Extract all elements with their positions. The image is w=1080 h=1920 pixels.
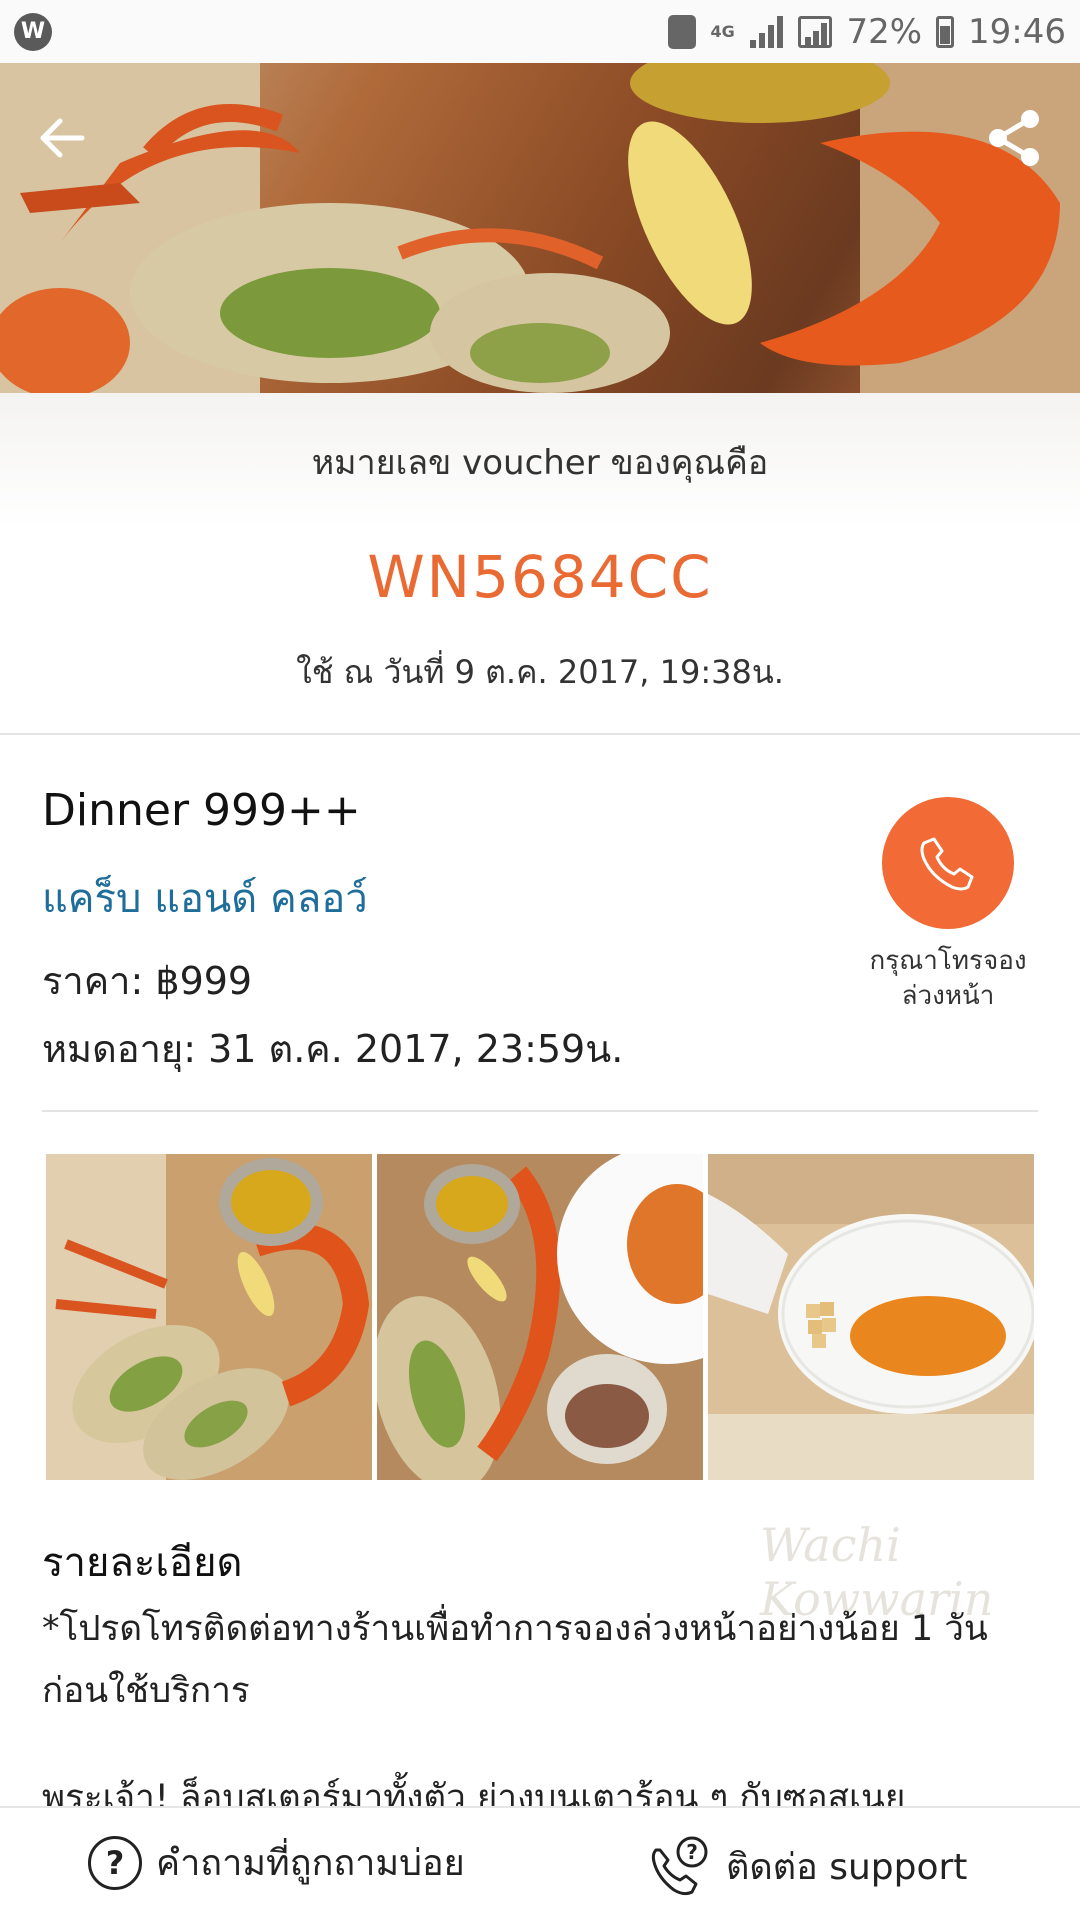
lobster-soup-photo — [377, 1154, 703, 1480]
voucher-code: WN5684CC — [367, 543, 713, 611]
battery-percent: 72% — [846, 11, 923, 52]
status-icons: 4G 72% 19:46 — [668, 12, 1066, 52]
question-circle-icon: ? — [88, 1835, 142, 1890]
voucher-section: หมายเลข voucher ของคุณคือ WN5684CC ใช้ ณ… — [0, 393, 1080, 733]
call-caption-line2: ล่วงหน้า — [901, 981, 995, 1011]
call-button[interactable] — [882, 797, 1014, 929]
network-type-icon: 4G — [710, 21, 735, 41]
deal-price: ราคา: ฿999 — [42, 959, 253, 1003]
gallery-photo-3[interactable] — [708, 1154, 1034, 1480]
faq-button[interactable]: ? คำถามที่ถูกถามบ่อย — [88, 1834, 465, 1891]
bisque-photo — [708, 1154, 1034, 1480]
gallery-photo-1[interactable] — [46, 1154, 372, 1480]
details-heading: รายละเอียด — [42, 1540, 243, 1586]
share-button[interactable] — [980, 103, 1050, 173]
battery-icon — [936, 15, 955, 48]
wongnai-app-icon: W — [14, 12, 52, 51]
back-button[interactable] — [30, 103, 100, 173]
deal-expiry: หมดอายุ: 31 ต.ค. 2017, 23:59น. — [42, 1027, 624, 1071]
call-caption-line1: กรุณาโทรจอง — [869, 946, 1027, 976]
call-status-icon — [668, 14, 697, 49]
voucher-used-date: ใช้ ณ วันที่ 9 ต.ค. 2017, 19:38น. — [296, 653, 784, 691]
deal-title: Dinner 999++ — [42, 785, 361, 836]
phone-icon — [920, 837, 974, 891]
share-icon — [989, 110, 1039, 166]
section-divider — [42, 1110, 1038, 1112]
hero-food-illustration — [0, 63, 1080, 393]
hero-image — [0, 63, 1080, 393]
signal-icon-2 — [798, 15, 833, 48]
status-bar: W 4G 72% 19:46 — [0, 0, 1080, 63]
clock: 19:46 — [968, 11, 1066, 52]
signal-icon — [750, 15, 784, 48]
restaurant-link[interactable]: แคร็บ แอนด์ คลอว์ — [42, 866, 368, 930]
section-divider — [0, 733, 1080, 735]
support-label: ติดต่อ support — [726, 1846, 968, 1888]
photo-gallery — [46, 1154, 1034, 1480]
support-button[interactable]: ? ติดต่อ support — [648, 1834, 967, 1898]
lobster-photo — [46, 1154, 372, 1480]
gallery-photo-2[interactable] — [377, 1154, 703, 1480]
phone-question-icon: ? — [651, 1836, 708, 1896]
call-caption: กรุณาโทรจอง ล่วงหน้า — [840, 944, 1056, 1014]
details-body: *โปรดโทรติดต่อทางร้านเพื่อทำการจองล่วงหน… — [42, 1609, 988, 1711]
voucher-label: หมายเลข voucher ของคุณคือ — [311, 443, 769, 483]
faq-label: คำถามที่ถูกถามบ่อย — [156, 1843, 465, 1884]
svg-text:?: ? — [686, 1840, 698, 1864]
bottom-action-bar: ? คำถามที่ถูกถามบ่อย ? ติดต่อ support — [0, 1806, 1080, 1920]
arrow-left-icon — [40, 118, 85, 158]
